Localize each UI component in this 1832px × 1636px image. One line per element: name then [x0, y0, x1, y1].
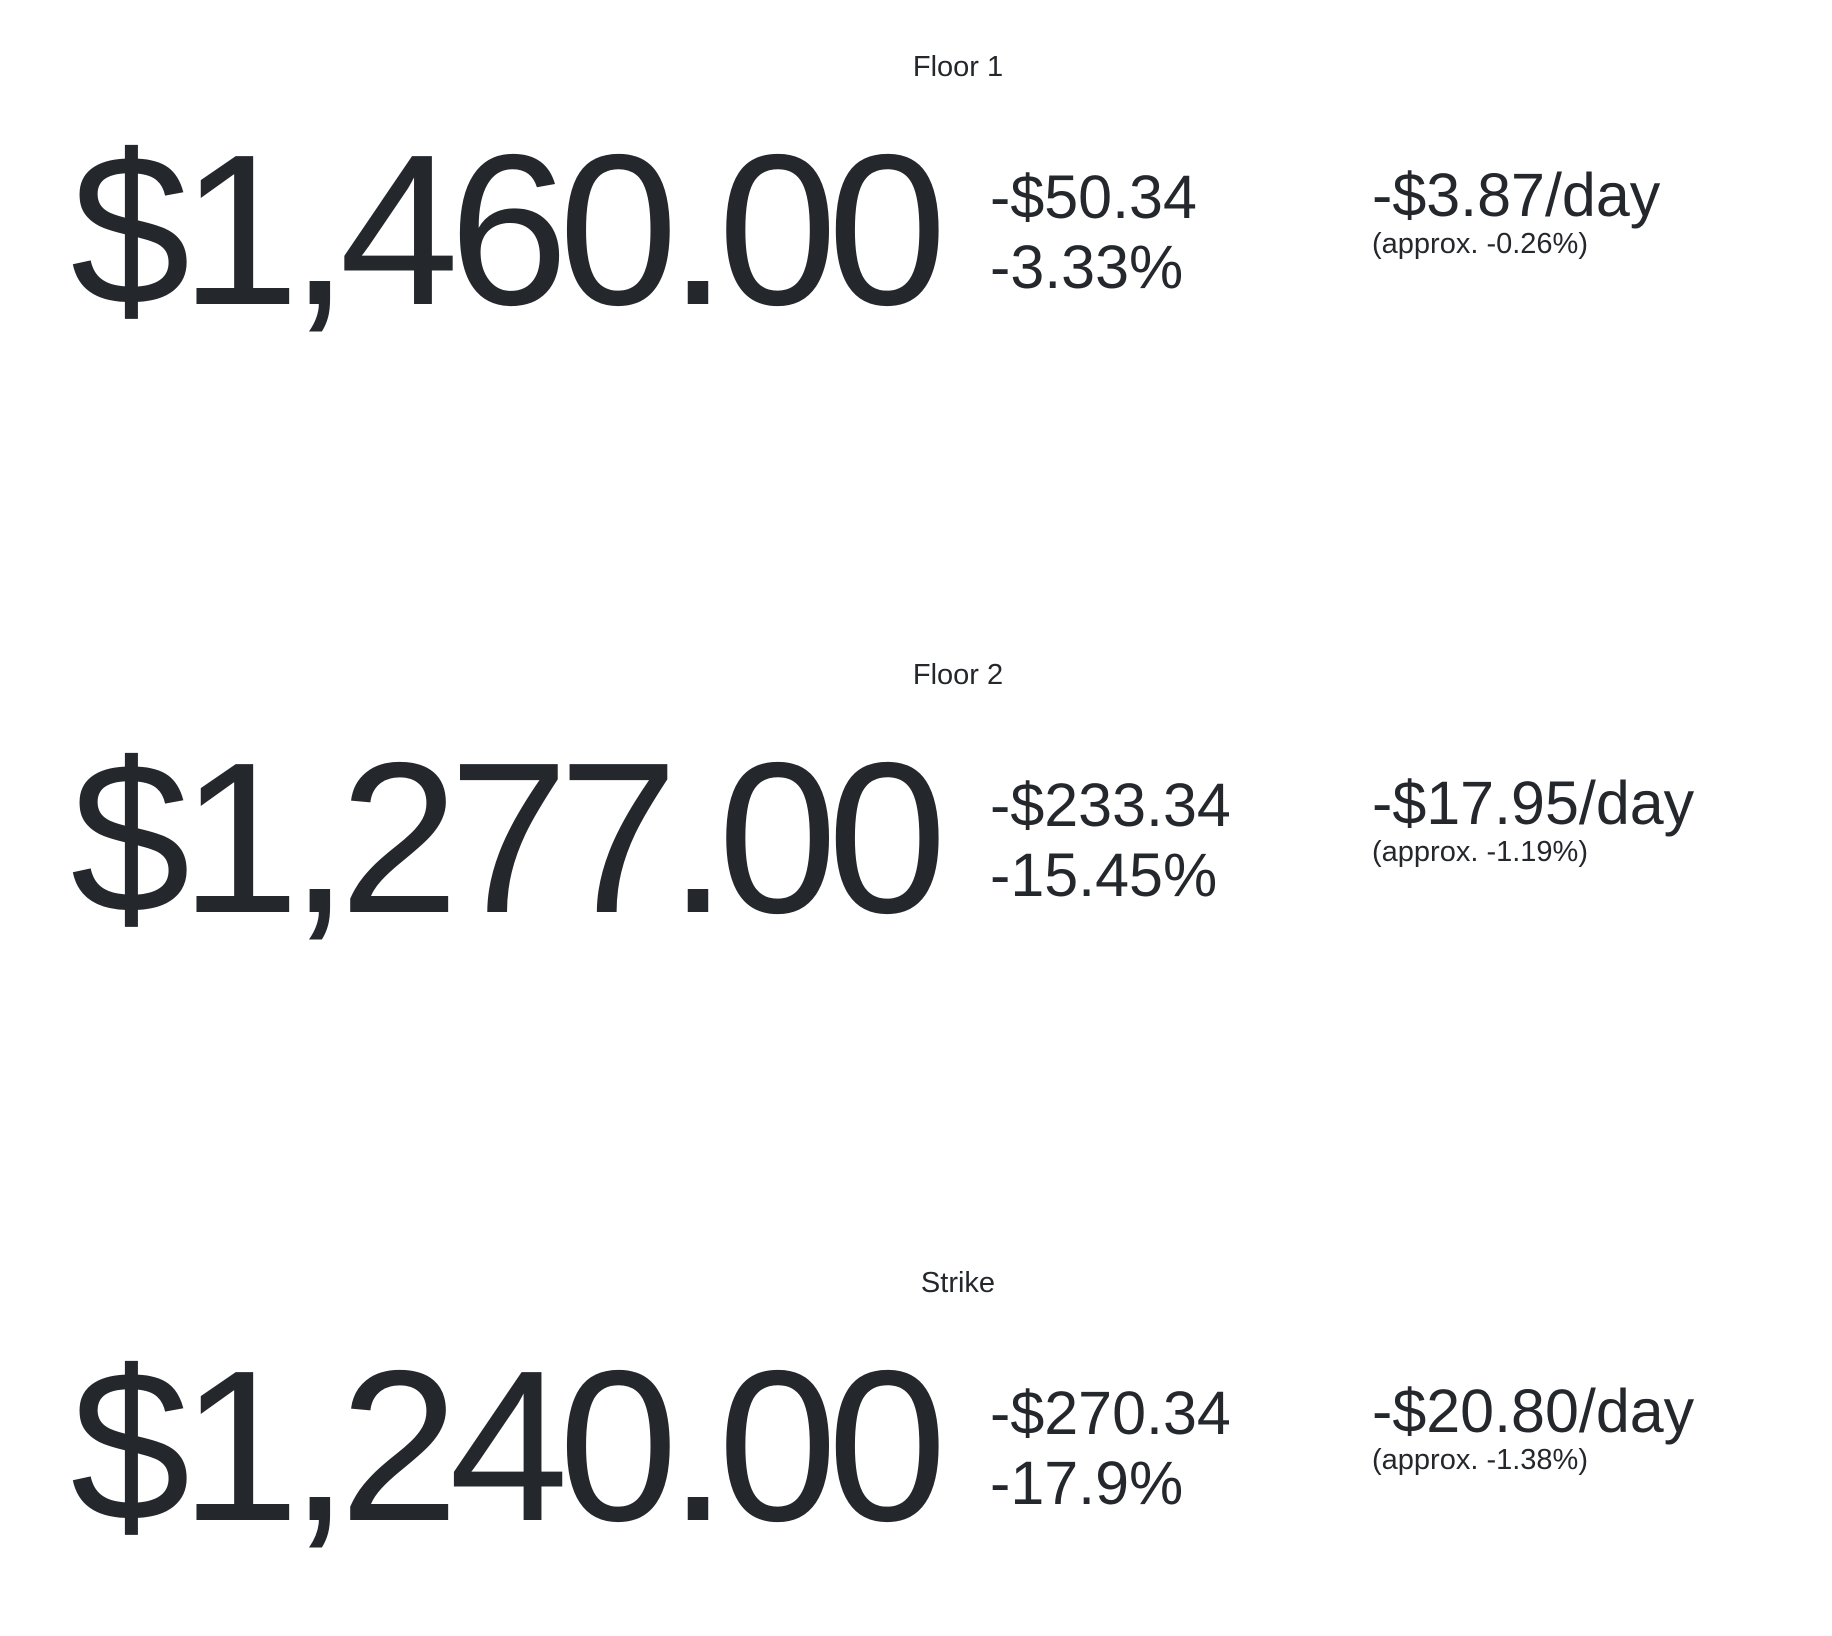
section-label: Floor 2: [912, 659, 1004, 691]
section-label: Strike: [920, 1267, 996, 1299]
rate-block: -$3.87/day (approx. -0.26%): [1372, 163, 1660, 261]
rate-approx-percent: (approx. -1.38%): [1372, 1444, 1588, 1476]
change-amount: -$50.34: [990, 163, 1197, 231]
change-percent: -17.9%: [990, 1449, 1184, 1517]
change-amount: -$270.34: [990, 1379, 1231, 1447]
change-amount: -$233.34: [990, 771, 1231, 839]
rate-per-day: -$17.95/day: [1372, 769, 1695, 837]
rate-block: -$17.95/day (approx. -1.19%): [1372, 771, 1694, 869]
change-percent: -15.45%: [990, 841, 1218, 909]
price-section-floor-1: Floor 1 $1,460.00 -$50.34 -3.33% -$3.87/…: [0, 0, 1832, 420]
price-section-floor-2: Floor 2 $1,277.00 -$233.34 -15.45% -$17.…: [0, 608, 1832, 1028]
section-label: Floor 1: [912, 51, 1004, 83]
rate-block: -$20.80/day (approx. -1.38%): [1372, 1379, 1694, 1477]
change-block: -$50.34 -3.33%: [990, 162, 1197, 302]
rate-per-day: -$3.87/day: [1372, 161, 1661, 229]
change-percent: -3.33%: [990, 233, 1184, 301]
rate-per-day: -$20.80/day: [1372, 1377, 1695, 1445]
price-value: $1,277.00: [70, 717, 947, 958]
change-block: -$270.34 -17.9%: [990, 1378, 1231, 1518]
price-value: $1,460.00: [70, 109, 947, 350]
rate-approx-percent: (approx. -1.19%): [1372, 836, 1588, 868]
price-value: $1,240.00: [70, 1325, 947, 1566]
change-block: -$233.34 -15.45%: [990, 770, 1231, 910]
rate-approx-percent: (approx. -0.26%): [1372, 228, 1588, 260]
price-section-strike: Strike $1,240.00 -$270.34 -17.9% -$20.80…: [0, 1216, 1832, 1636]
